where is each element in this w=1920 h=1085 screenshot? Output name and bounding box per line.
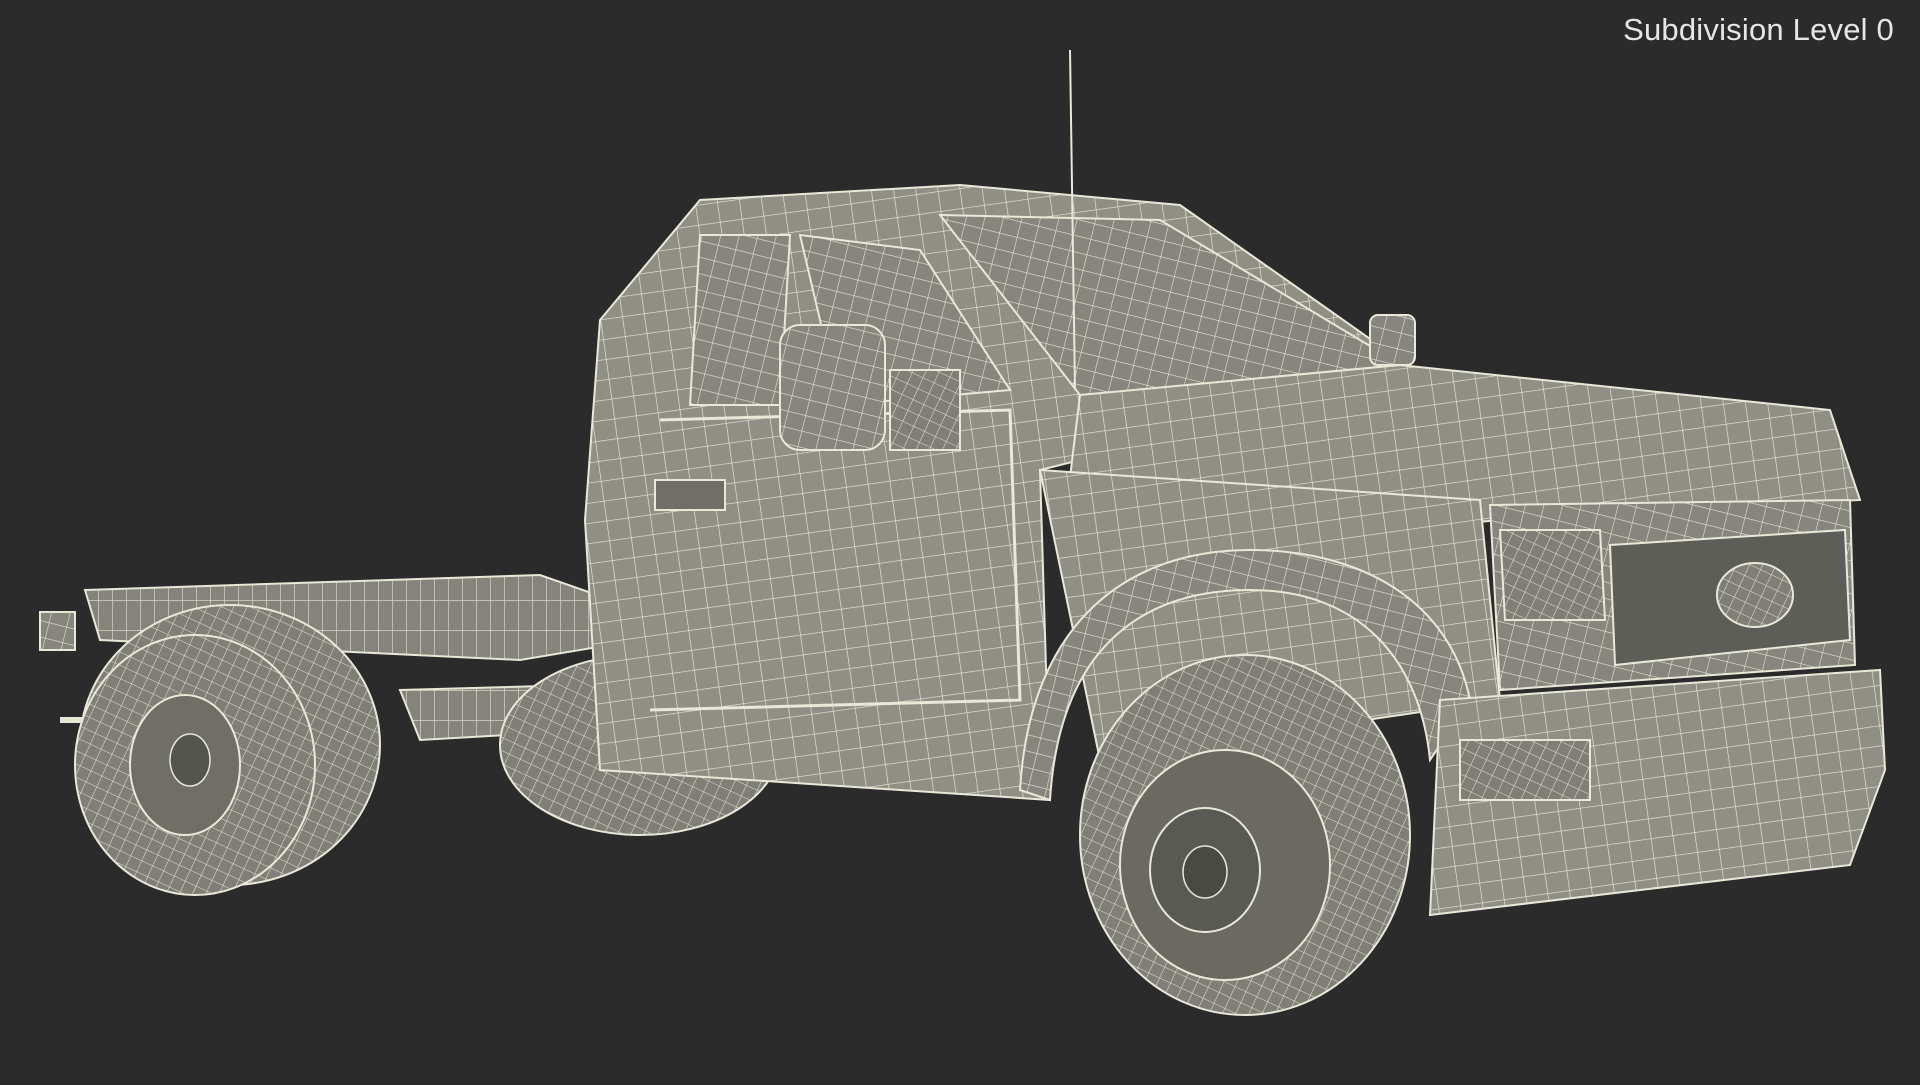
3d-viewport[interactable]: Subdivision Level 0 (0, 0, 1920, 1080)
front-bumper (1428, 668, 1887, 917)
subdivision-level-label: Subdivision Level 0 (1623, 12, 1894, 47)
front-wheel (1079, 654, 1411, 1016)
grille (1488, 498, 1857, 692)
rear-dual-wheels (74, 604, 381, 896)
truck-wireframe-render (39, 49, 1887, 1016)
